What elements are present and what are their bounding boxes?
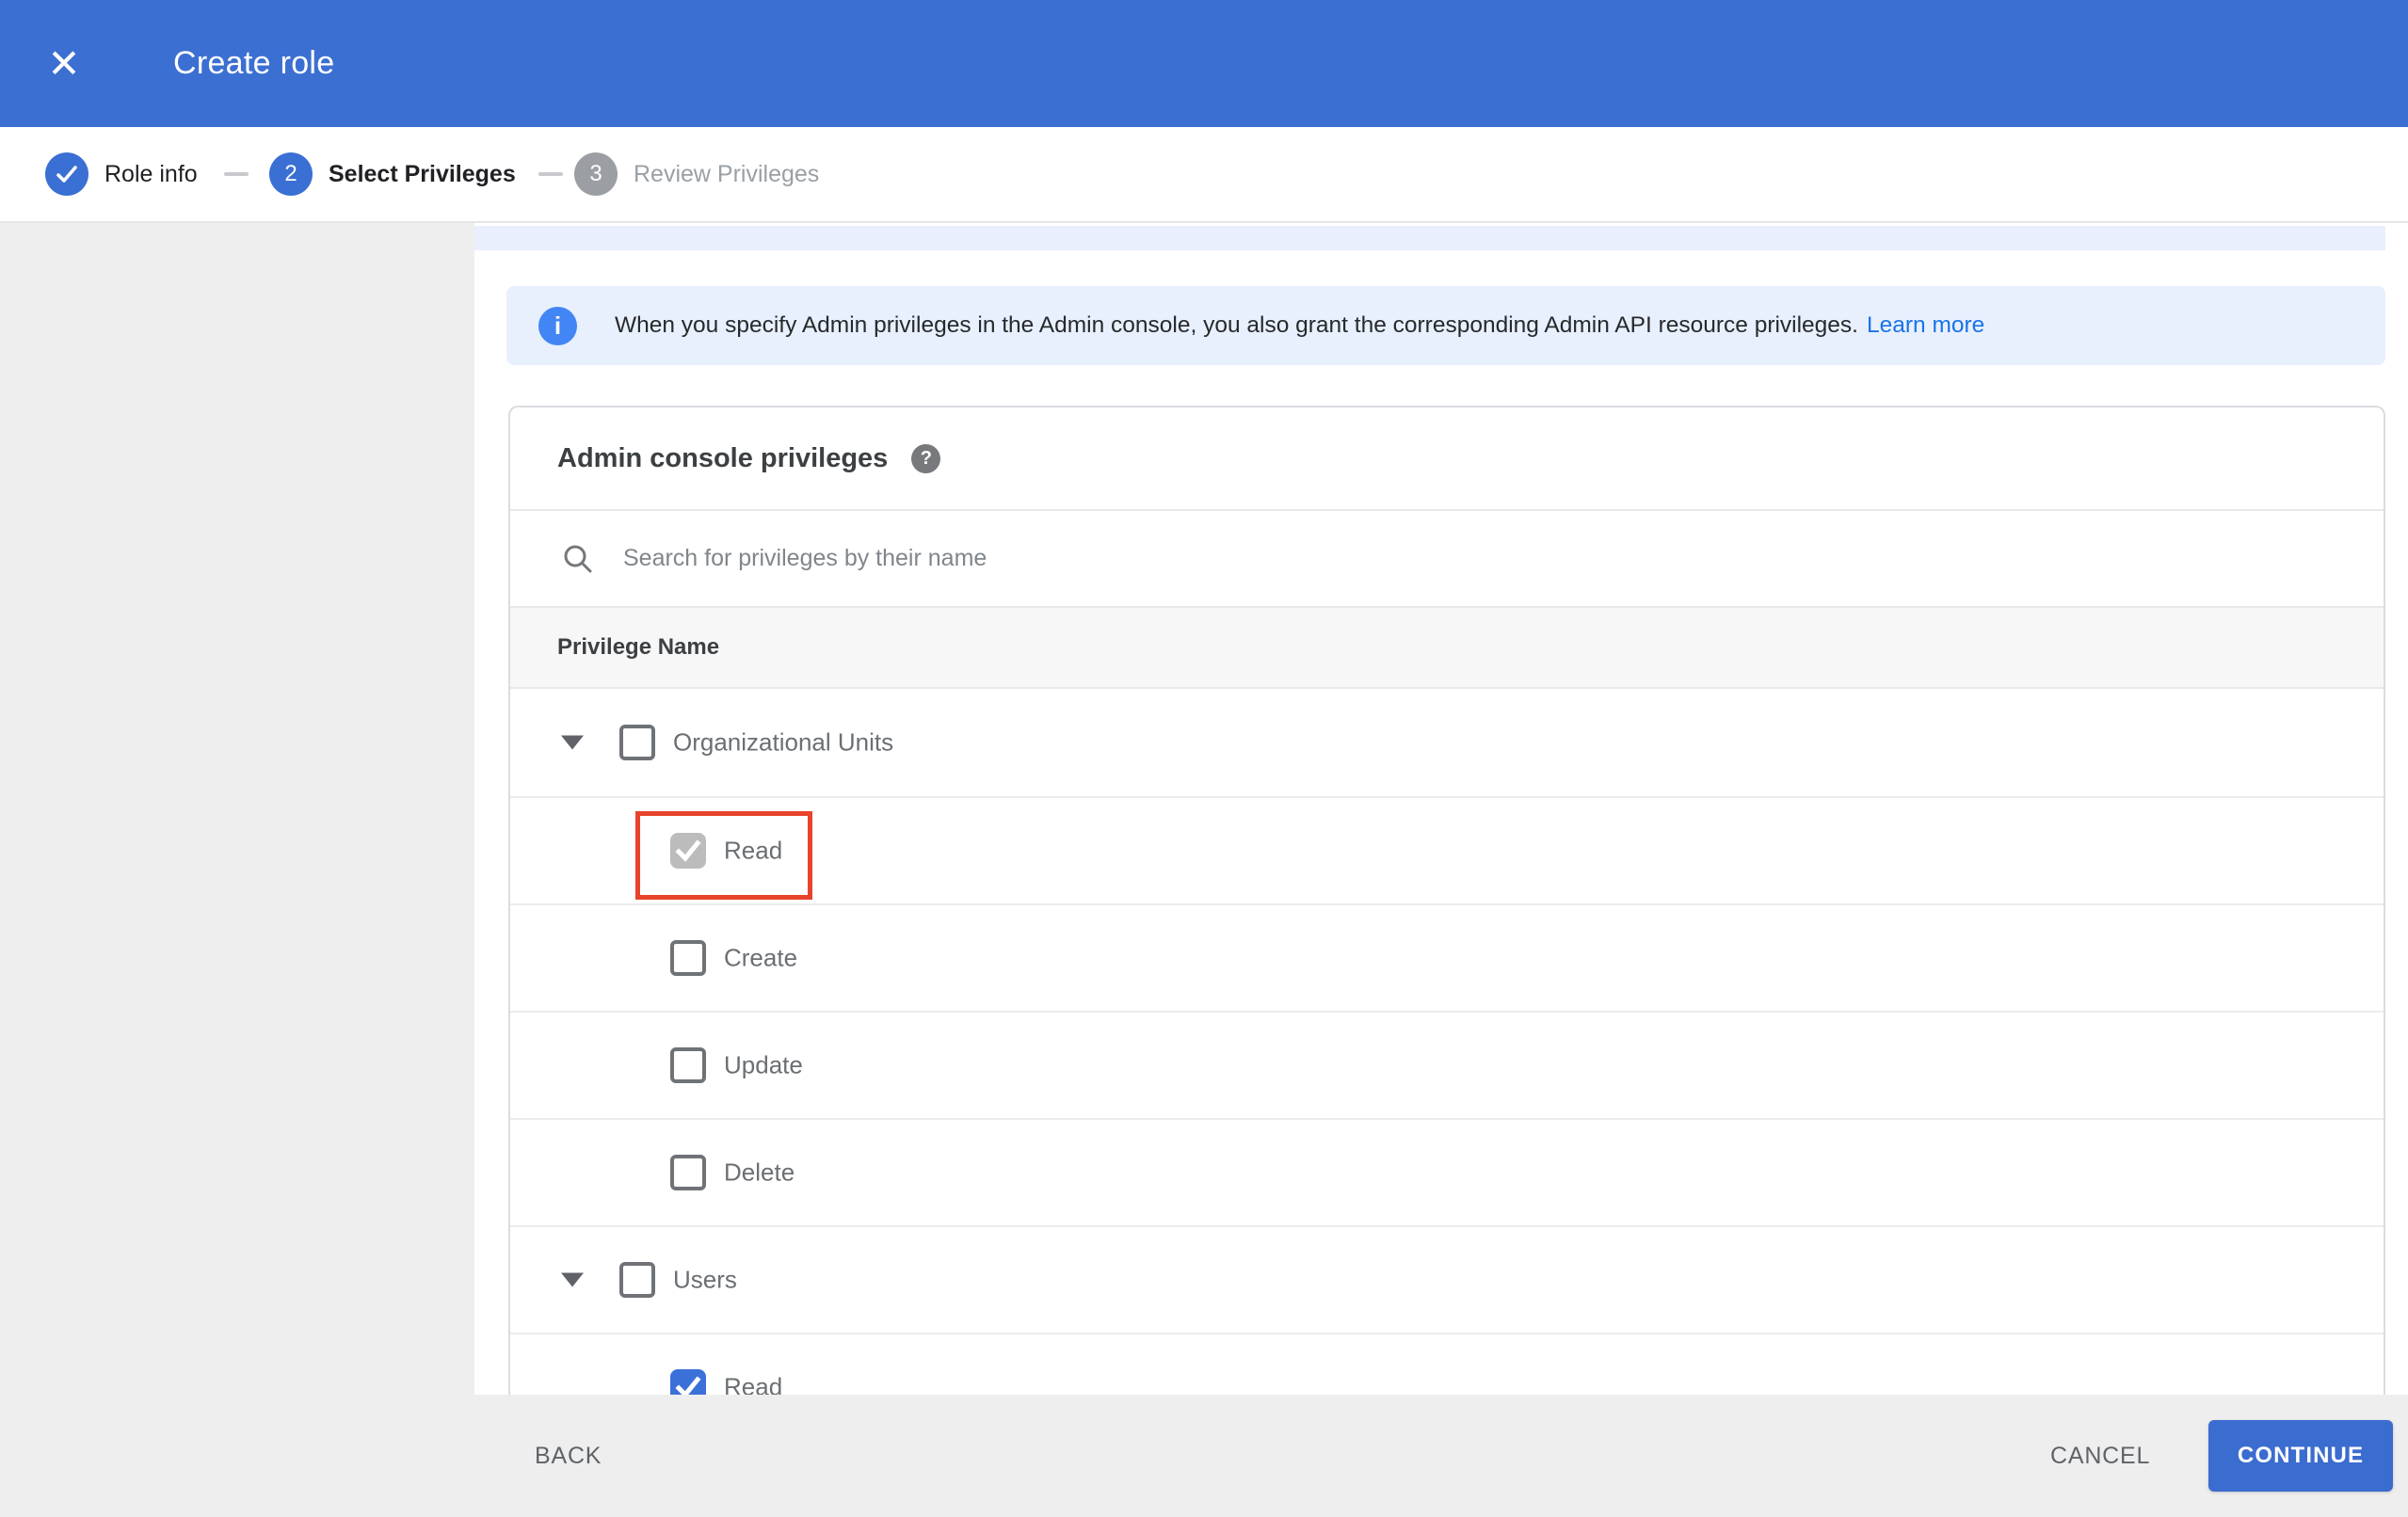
step-number-badge: 3 [574, 152, 618, 196]
collapse-arrow-icon[interactable] [561, 1272, 584, 1287]
help-icon[interactable]: ? [911, 443, 941, 473]
row-organizational-units: Organizational Units [510, 689, 2384, 796]
cancel-button[interactable]: CANCEL [2050, 1395, 2150, 1517]
checkbox-users[interactable] [619, 1262, 655, 1298]
row-ou-create: Create [510, 903, 2384, 1011]
step-label: Role info [104, 160, 198, 187]
privilege-search-row [510, 509, 2384, 606]
collapse-arrow-icon[interactable] [561, 735, 584, 750]
info-icon: i [538, 306, 577, 345]
checkbox-ou-create[interactable] [670, 940, 706, 976]
column-header-privilege-name: Privilege Name [510, 606, 2384, 689]
info-banner-text: When you specify Admin privileges in the… [615, 312, 1858, 338]
card-title: Admin console privileges [557, 442, 889, 473]
search-icon [564, 545, 592, 572]
footer-action-bar: BACK CANCEL CONTINUE [0, 1395, 2408, 1517]
left-gutter [0, 223, 474, 1517]
privilege-label: Create [724, 943, 798, 972]
privilege-search-input[interactable] [623, 530, 2384, 587]
privilege-label: Organizational Units [673, 727, 894, 757]
privilege-label: Users [673, 1265, 737, 1294]
checkbox-ou-read[interactable] [670, 833, 706, 869]
checkbox-ou-update[interactable] [670, 1047, 706, 1083]
create-role-dialog: ✕ Create role Role info 2 Select Privile… [0, 0, 2408, 1517]
privilege-label: Delete [724, 1158, 795, 1187]
checkbox-ou-delete[interactable] [670, 1155, 706, 1190]
step-review-privileges[interactable]: 3 Review Privileges [574, 127, 819, 221]
wizard-stepper: Role info 2 Select Privileges 3 Review P… [0, 127, 2408, 223]
app-bar: ✕ Create role [0, 0, 2408, 127]
privilege-label: Update [724, 1050, 803, 1079]
step-label: Review Privileges [634, 160, 820, 187]
row-ou-update: Update [510, 1011, 2384, 1118]
row-users: Users [510, 1225, 2384, 1333]
row-ou-delete: Delete [510, 1118, 2384, 1225]
close-icon[interactable]: ✕ [41, 0, 87, 127]
checkbox-organizational-units[interactable] [619, 725, 655, 760]
step-complete-check-icon [45, 152, 88, 196]
scrolled-content-edge [474, 226, 2385, 250]
step-connector [538, 172, 563, 176]
info-banner: i When you specify Admin privileges in t… [506, 286, 2385, 365]
dialog-title: Create role [173, 45, 335, 81]
check-icon [675, 839, 701, 862]
step-select-privileges[interactable]: 2 Select Privileges [269, 127, 516, 221]
step-label: Select Privileges [329, 160, 516, 187]
privilege-label: Read [724, 836, 783, 865]
continue-button[interactable]: CONTINUE [2208, 1420, 2393, 1492]
back-button[interactable]: BACK [535, 1395, 602, 1517]
learn-more-link[interactable]: Learn more [1867, 312, 1984, 339]
card-header: Admin console privileges ? [510, 407, 2384, 509]
admin-privileges-card: Admin console privileges ? Privilege Nam… [508, 406, 2385, 1440]
step-role-info[interactable]: Role info [45, 127, 198, 221]
step-connector [224, 172, 249, 176]
step-number-badge: 2 [269, 152, 313, 196]
row-ou-read: Read [510, 796, 2384, 903]
